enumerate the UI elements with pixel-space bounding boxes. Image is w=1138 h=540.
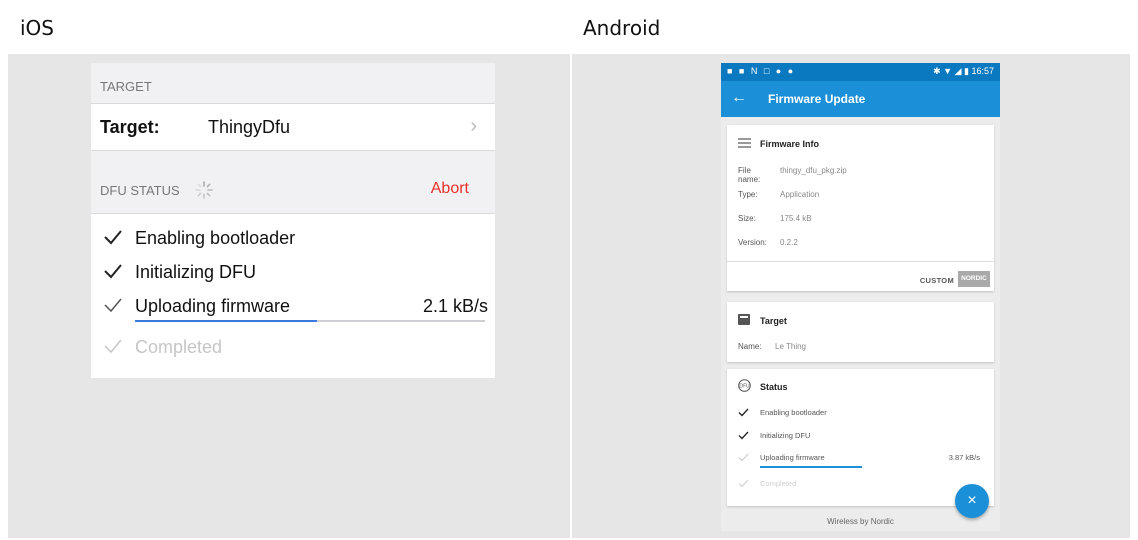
upload-progress-fill: [135, 320, 317, 322]
target-row[interactable]: Target: ThingyDfu ›: [91, 103, 495, 151]
back-arrow-icon[interactable]: ←: [731, 89, 747, 107]
checkmark-icon: [104, 298, 122, 313]
activity-spinner-icon: [195, 181, 213, 199]
close-icon: ×: [967, 492, 977, 509]
step-initializing-dfu: Initializing DFU: [738, 430, 988, 444]
dfu-status-icon: DFU: [738, 379, 751, 392]
checkmark-icon: [738, 431, 749, 440]
step-initializing-dfu: Initializing DFU: [103, 260, 488, 286]
close-fab-button[interactable]: ×: [955, 484, 989, 518]
checkmark-icon: [738, 408, 749, 417]
kv-value: Le Thing: [775, 342, 806, 351]
step-completed: Completed: [738, 478, 988, 492]
kv-key: Type:: [738, 190, 758, 199]
step-label: Completed: [135, 337, 223, 357]
target-value: ThingyDfu: [208, 117, 291, 137]
footer-text: Wireless by Nordic: [827, 517, 894, 526]
step-uploading-firmware: Uploading firmware 2.1 kB/s: [103, 294, 488, 320]
step-label: Initializing DFU: [135, 262, 257, 282]
step-enabling-bootloader: Enabling bootloader: [738, 407, 988, 421]
step-label: Initializing DFU: [760, 431, 811, 440]
chevron-right-icon: ›: [470, 115, 477, 137]
kv-key: Size:: [738, 214, 756, 223]
kv-value: 0.2.2: [780, 238, 798, 247]
checkmark-icon: [738, 479, 749, 488]
custom-button[interactable]: CUSTOM: [920, 276, 954, 285]
step-label: Uploading firmware: [135, 296, 291, 316]
upload-progress-bar: [135, 320, 485, 322]
card-divider: [727, 261, 994, 262]
kv-key: File name:: [738, 166, 761, 184]
ios-steps-list: Enabling bootloader Initializing DFU Upl…: [91, 213, 495, 378]
upload-rate: 2.1 kB/s: [422, 296, 488, 316]
step-enabling-bootloader: Enabling bootloader: [103, 226, 488, 252]
step-label: Uploading firmware: [760, 453, 825, 462]
list-icon: [738, 138, 751, 148]
upload-progress-fill: [760, 466, 862, 468]
checkmark-icon: [738, 453, 749, 462]
android-heading: Android: [583, 16, 661, 40]
checkmark-icon: [104, 230, 122, 245]
step-label: Completed: [760, 479, 797, 488]
status-time: 16:57: [971, 66, 994, 76]
kv-key: Version:: [738, 238, 767, 247]
upload-rate: 3.87 kB/s: [948, 453, 980, 462]
abort-button[interactable]: Abort: [431, 180, 469, 198]
status-bar: ■ ■ N □ ● ● ✱ ▼ ◢ ▮ 16:57: [721, 63, 1000, 81]
android-screen: ■ ■ N □ ● ● ✱ ▼ ◢ ▮ 16:57 ← Firmware Upd…: [721, 63, 1000, 531]
ios-screen: TARGET Target: ThingyDfu › DFU STATUS Ab…: [91, 63, 495, 378]
app-bar: ← Firmware Update: [721, 81, 1000, 117]
app-title: Firmware Update: [768, 92, 866, 106]
target-section-header: TARGET: [100, 79, 152, 94]
firmware-info-card: Firmware Info File name: thingy_dfu_pkg.…: [727, 125, 994, 291]
svg-text:DFU: DFU: [739, 384, 750, 390]
target-card-title: Target: [760, 316, 787, 326]
ios-heading: iOS: [20, 16, 54, 40]
step-uploading-firmware: Uploading firmware 3.87 kB/s: [738, 452, 988, 466]
kv-value: thingy_dfu_pkg.zip: [780, 166, 847, 175]
nordic-button[interactable]: NORDIC: [958, 271, 990, 287]
kv-value: 175.4 kB: [780, 214, 812, 223]
checkmark-icon: [104, 264, 122, 279]
upload-progress-bar: [760, 466, 862, 468]
step-completed: Completed: [103, 335, 488, 361]
kv-key: Name:: [738, 342, 762, 351]
kv-value: Application: [780, 190, 820, 199]
firmware-info-title: Firmware Info: [760, 139, 820, 149]
device-icon: [738, 314, 750, 325]
status-right: ✱ ▼ ◢ ▮ 16:57: [933, 66, 994, 76]
step-label: Enabling bootloader: [135, 228, 296, 248]
status-card: DFU Status Enabling bootloader Initializ…: [727, 369, 994, 506]
notification-icons: ■ ■ N □ ● ●: [727, 66, 796, 76]
status-card-title: Status: [760, 382, 788, 392]
target-card: Target Name: Le Thing: [727, 302, 994, 362]
target-label: Target:: [100, 117, 160, 137]
step-label: Enabling bootloader: [760, 408, 827, 417]
checkmark-icon: [104, 339, 122, 354]
